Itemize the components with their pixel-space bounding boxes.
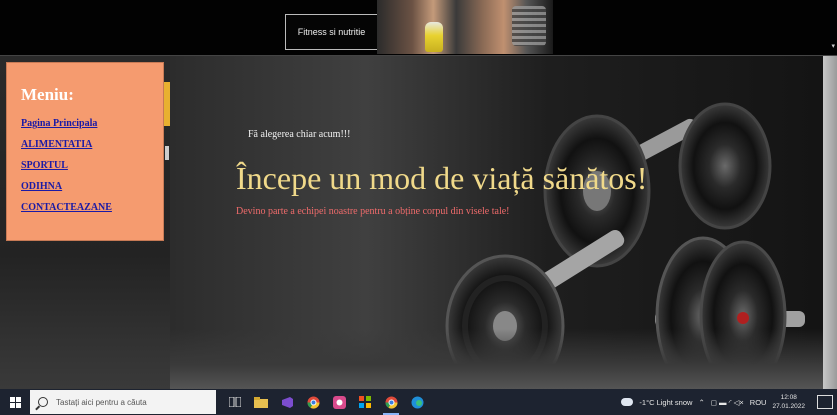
banner-title: Fitness si nutritie xyxy=(285,14,377,50)
visual-studio-icon[interactable] xyxy=(274,389,300,415)
hero-tagline: Fă alegerea chiar acum!!! xyxy=(248,129,351,140)
hero-title: Începe un mod de viață sănătos! xyxy=(236,160,648,196)
clock[interactable]: 12:08 27.01.2022 xyxy=(772,393,805,411)
weather-text[interactable]: -1°C Light snow xyxy=(639,398,692,407)
menu-link-contacteazane[interactable]: CONTACTEAZANE xyxy=(21,202,163,213)
taskbar-apps xyxy=(222,389,430,415)
file-explorer-icon[interactable] xyxy=(248,389,274,415)
edge-icon[interactable] xyxy=(404,389,430,415)
start-button[interactable] xyxy=(0,389,30,415)
notification-icon[interactable] xyxy=(817,395,833,409)
sidebar: Meniu: Pagina Principala ALIMENTATIA SPO… xyxy=(0,56,170,389)
shaker-bottle-image xyxy=(425,22,443,52)
scroll-down-arrow-icon[interactable]: ▾ xyxy=(831,42,835,50)
menu-box: Meniu: Pagina Principala ALIMENTATIA SPO… xyxy=(6,62,164,241)
taskbar: Tastați aici pentru a căuta -1°C Light s… xyxy=(0,389,837,415)
system-tray: -1°C Light snow ⌃ ◻ ▬ ◜ ◁× ROU 12:08 27.… xyxy=(621,393,837,411)
tray-status-icons[interactable]: ◻ ▬ ◜ ◁× xyxy=(711,398,744,407)
banner-fitness-image xyxy=(377,0,553,54)
menu-link-alimentatia[interactable]: ALIMENTATIA xyxy=(21,139,163,150)
clock-time: 12:08 xyxy=(780,394,797,401)
scrollbar[interactable]: ▾ xyxy=(827,2,835,50)
tray-chevron-icon[interactable]: ⌃ xyxy=(698,398,704,407)
menu-link-pagina-principala[interactable]: Pagina Principala xyxy=(21,118,163,129)
hero-section: Fă alegerea chiar acum!!! Începe un mod … xyxy=(170,56,823,389)
search-icon xyxy=(38,397,48,407)
top-banner: Fitness si nutritie ▾ xyxy=(0,0,837,56)
menu-link-sportul[interactable]: SPORTUL xyxy=(21,160,163,171)
page-scrollbar-strip[interactable] xyxy=(823,56,837,389)
hero-subtitle: Devino parte a echipei noastre pentru a … xyxy=(236,206,510,217)
hero-floor xyxy=(170,329,823,389)
ms-store-icon[interactable] xyxy=(352,389,378,415)
weather-snow-icon[interactable] xyxy=(621,398,634,406)
task-view-icon[interactable] xyxy=(222,389,248,415)
side-accent-mark xyxy=(165,146,169,160)
menu-heading: Meniu: xyxy=(21,85,74,104)
language-indicator[interactable]: ROU xyxy=(750,398,767,407)
search-placeholder: Tastați aici pentru a căuta xyxy=(56,397,147,407)
app-icon[interactable] xyxy=(326,389,352,415)
menu-link-odihna[interactable]: ODIHNA xyxy=(21,181,163,192)
chrome-icon[interactable] xyxy=(378,389,404,415)
banner-dumbbell-image xyxy=(512,6,546,46)
windows-logo-icon xyxy=(9,396,21,408)
clock-date: 27.01.2022 xyxy=(772,403,805,410)
chrome-icon[interactable] xyxy=(300,389,326,415)
taskbar-search-box[interactable]: Tastați aici pentru a căuta xyxy=(30,390,216,414)
